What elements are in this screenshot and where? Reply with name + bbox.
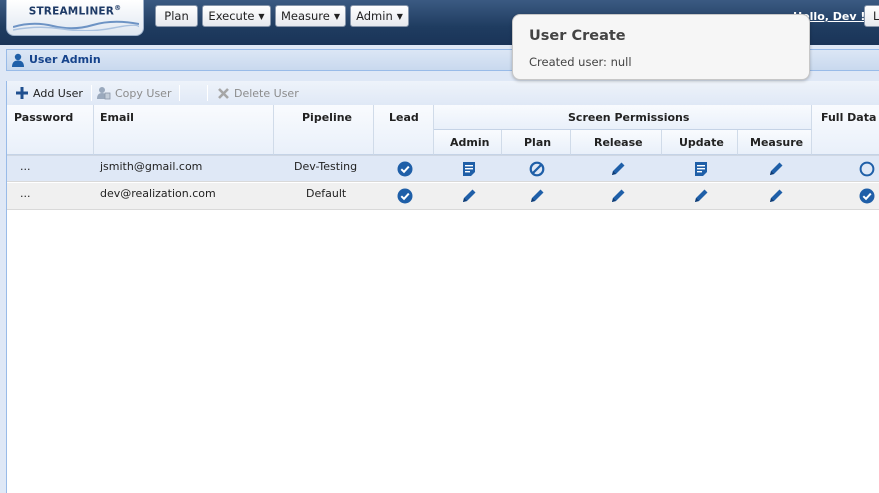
email-cell: jsmith@gmail.com xyxy=(100,160,203,173)
nav-measure-label: Measure xyxy=(280,9,330,23)
toast-title: User Create xyxy=(529,28,626,44)
column-header-update[interactable]: Update xyxy=(662,130,738,155)
column-header-label: Measure xyxy=(750,136,804,149)
copy-user-label: Copy User xyxy=(115,86,172,100)
email-cell: dev@realization.com xyxy=(100,187,216,200)
password-cell: ... xyxy=(20,187,31,200)
nav-admin-label: Admin xyxy=(356,9,393,23)
toolbar-divider xyxy=(179,85,180,101)
chevron-down-icon: ▼ xyxy=(396,11,403,21)
column-header-pipeline[interactable]: Pipeline xyxy=(274,105,374,155)
plus-icon xyxy=(15,86,29,100)
chevron-down-icon: ▼ xyxy=(333,11,341,21)
column-header-plan[interactable]: Plan xyxy=(502,130,571,155)
column-header-label: Email xyxy=(100,111,134,124)
toast-message: Created user: null xyxy=(529,55,632,69)
column-header-label: Password xyxy=(14,111,74,124)
document-icon[interactable] xyxy=(693,161,709,177)
no-access-icon[interactable] xyxy=(529,161,545,177)
nav-plan-label: Plan xyxy=(164,9,189,23)
nav-execute-button[interactable]: Execute ▼ xyxy=(202,5,271,27)
toolbar-divider xyxy=(207,85,208,101)
column-header-lead[interactable]: Lead xyxy=(374,105,434,155)
column-header-admin[interactable]: Admin xyxy=(434,130,502,155)
logo-trademark: ® xyxy=(114,4,122,12)
column-header-measure[interactable]: Measure xyxy=(738,130,812,155)
column-header-label: Admin xyxy=(450,136,490,149)
pencil-icon[interactable] xyxy=(461,188,477,204)
toolbar-divider xyxy=(91,85,92,101)
nav-admin-button[interactable]: Admin ▼ xyxy=(350,5,409,27)
empty-circle-icon[interactable] xyxy=(859,161,875,177)
logout-button[interactable]: L xyxy=(864,5,879,27)
column-header-label: Lead xyxy=(389,111,419,124)
check-circle-icon[interactable] xyxy=(397,188,413,204)
copy-user-button[interactable]: Copy User xyxy=(97,86,171,100)
pencil-icon[interactable] xyxy=(768,188,784,204)
pencil-icon[interactable] xyxy=(768,161,784,177)
nav-plan-button[interactable]: Plan xyxy=(155,5,198,27)
column-header-label: Pipeline xyxy=(302,111,352,124)
pencil-icon[interactable] xyxy=(693,188,709,204)
column-header-label: Update xyxy=(679,136,724,149)
column-header-label: Release xyxy=(594,136,643,149)
table-row[interactable]: ... jsmith@gmail.com Dev-Testing xyxy=(7,155,879,182)
column-header-label: Full Data A xyxy=(821,111,879,124)
pencil-icon[interactable] xyxy=(610,188,626,204)
table-row[interactable]: ... dev@realization.com Default xyxy=(7,183,879,210)
password-cell: ... xyxy=(20,160,31,173)
column-header-release[interactable]: Release xyxy=(571,130,662,155)
column-header-email[interactable]: Email xyxy=(94,105,274,155)
column-header-password[interactable]: Password xyxy=(7,105,94,155)
column-header-full-data-access[interactable]: Full Data A xyxy=(812,105,879,155)
app-logo[interactable]: STREAMLINER® xyxy=(6,0,144,36)
logo-wave-icon xyxy=(13,20,139,31)
pipeline-cell: Dev-Testing xyxy=(294,160,358,173)
delete-user-button[interactable]: Delete User xyxy=(216,86,299,100)
grid-toolbar: Add User Copy User Delete User xyxy=(6,81,879,106)
document-icon[interactable] xyxy=(461,161,477,177)
pipeline-cell: Default xyxy=(306,187,347,200)
copy-user-icon xyxy=(97,86,111,100)
pencil-icon[interactable] xyxy=(610,161,626,177)
column-group-label: Screen Permissions xyxy=(568,111,690,124)
check-circle-icon[interactable] xyxy=(397,161,413,177)
notification-toast[interactable]: User Create Created user: null xyxy=(512,14,810,80)
logo-text: STREAMLINER xyxy=(28,5,115,18)
users-grid: Password Email Pipeline Lead Screen Perm… xyxy=(6,105,879,493)
user-icon xyxy=(12,53,24,67)
user-admin-panel: User Admin Add User Copy User Delete Use… xyxy=(0,45,879,493)
delete-user-label: Delete User xyxy=(234,86,299,100)
chevron-down-icon: ▼ xyxy=(258,11,265,21)
nav-measure-button[interactable]: Measure ▼ xyxy=(275,5,346,27)
panel-title: User Admin xyxy=(29,53,101,66)
add-user-button[interactable]: Add User xyxy=(15,86,83,100)
column-header-label: Plan xyxy=(524,136,552,149)
column-group-screen-permissions: Screen Permissions xyxy=(434,105,812,130)
add-user-label: Add User xyxy=(33,86,83,100)
delete-x-icon xyxy=(216,86,230,100)
check-circle-icon[interactable] xyxy=(859,188,875,204)
pencil-icon[interactable] xyxy=(529,188,545,204)
nav-execute-label: Execute xyxy=(208,9,255,23)
